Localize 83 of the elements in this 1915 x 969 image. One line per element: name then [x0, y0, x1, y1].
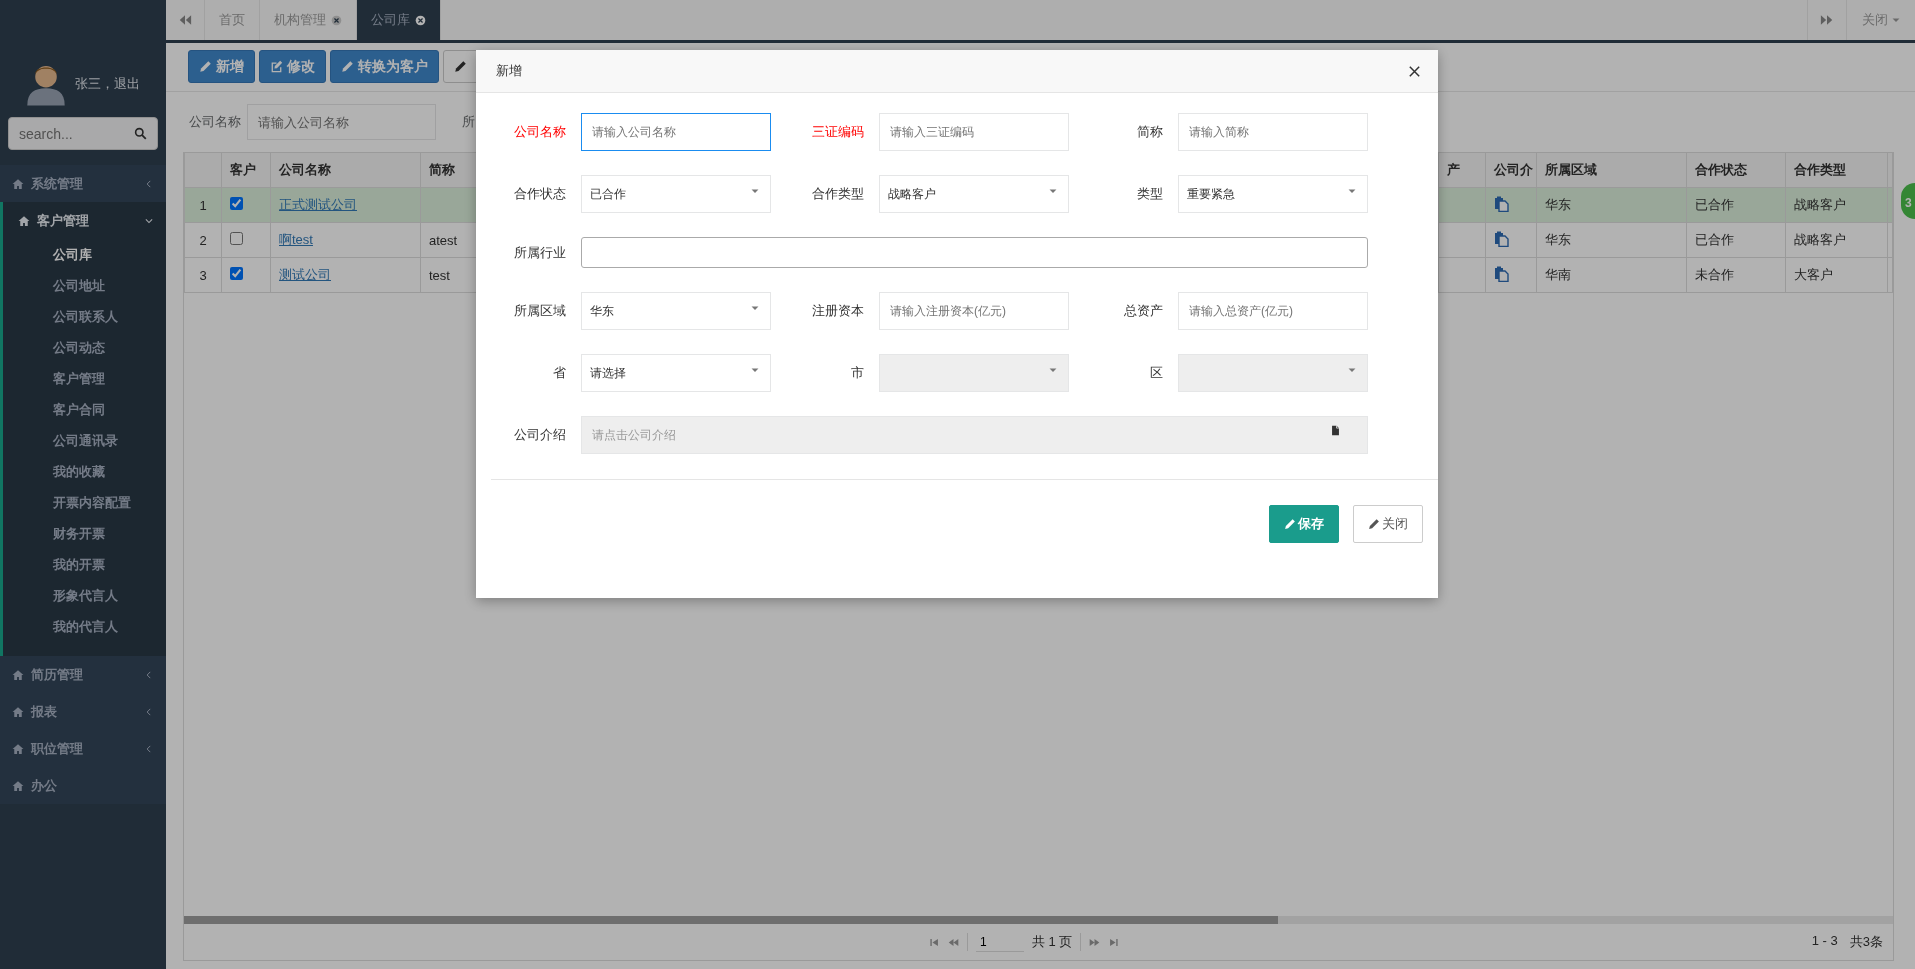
submenu-item[interactable]: 公司通讯录 [3, 425, 166, 456]
table-cell: 已合作 [1695, 197, 1734, 212]
company-link[interactable]: 测试公司 [279, 267, 331, 282]
company-link[interactable]: 啊test [279, 232, 313, 247]
column-header: 简称 [429, 162, 455, 177]
field-label: 所属行业 [513, 243, 567, 262]
table-cell: atest [429, 232, 458, 248]
dropdown[interactable]: 华东 [581, 292, 771, 330]
field-label: 简称 [1136, 123, 1164, 141]
submenu-item[interactable]: 我的收藏 [3, 456, 166, 487]
field-label: 市 [850, 364, 865, 382]
table-cell: 战略客户 [1794, 197, 1846, 212]
submenu-item[interactable]: 公司联系人 [3, 301, 166, 332]
toolbar-button[interactable]: 转换为客户 [330, 50, 439, 83]
search-field[interactable]: 请输入公司名称 [247, 104, 436, 140]
submenu-item[interactable]: 开票内容配置 [3, 487, 166, 518]
table-cell: test [429, 267, 450, 283]
row-number: 3 [199, 267, 207, 283]
field-label: 区 [1149, 364, 1164, 382]
field-label: 省 [552, 364, 567, 382]
close-button[interactable]: 关闭 [1353, 505, 1423, 543]
row-number: 2 [199, 232, 207, 248]
table-cell: 大客户 [1794, 267, 1833, 282]
tab[interactable]: 公司库 [357, 0, 441, 40]
dropdown[interactable]: 已合作 [581, 175, 771, 213]
record-total: 共3条 [1849, 933, 1883, 951]
field-label: 三证编码 [811, 123, 865, 141]
column-header: 合作类型 [1794, 162, 1846, 177]
record-range: 1 - 3 [1811, 933, 1838, 950]
column-header: 公司介 [1494, 162, 1533, 177]
dropdown[interactable]: 请选择 [581, 354, 771, 392]
column-header: 产 [1447, 162, 1460, 177]
menu-item[interactable]: 职位管理 [0, 730, 166, 767]
table-cell: 战略客户 [1794, 232, 1846, 247]
dropdown[interactable]: 战略客户 [879, 175, 1069, 213]
submenu-item[interactable]: 我的开票 [3, 549, 166, 580]
filter-label: 所 [462, 113, 475, 131]
menu-item[interactable]: 简历管理 [0, 656, 166, 693]
submenu-item[interactable]: 我的代言人 [3, 611, 166, 642]
toolbar-button[interactable]: 修改 [259, 50, 326, 83]
field-label: 公司介绍 [513, 426, 567, 444]
toolbar-button[interactable]: 新增 [188, 50, 255, 83]
column-header: 所属区域 [1545, 162, 1597, 177]
field-label: 合作类型 [811, 185, 865, 203]
submenu-item[interactable]: 公司动态 [3, 332, 166, 363]
menu-item[interactable]: 报表 [0, 693, 166, 730]
field-label: 总资产 [1123, 302, 1164, 320]
page-field[interactable]: 1 [976, 932, 1024, 952]
column-header: 客户 [230, 162, 256, 177]
field-label: 公司名称 [513, 123, 567, 141]
table-cell: 未合作 [1695, 267, 1734, 282]
table-cell: 华东 [1545, 232, 1571, 247]
dialog-title: 新增 [496, 62, 523, 80]
submenu-item[interactable]: 客户合同 [3, 394, 166, 425]
menu-item[interactable]: 系统管理 [0, 165, 166, 202]
field-label: 所属区域 [513, 302, 567, 320]
table-cell: 已合作 [1695, 232, 1734, 247]
submenu-item[interactable]: 形象代言人 [3, 580, 166, 611]
input-field[interactable]: 请输入公司名称 [581, 113, 771, 151]
submenu-item[interactable]: 财务开票 [3, 518, 166, 549]
dropdown[interactable]: 重要紧急 [1178, 175, 1368, 213]
user-name[interactable]: 张三，退出 [75, 75, 140, 107]
save-button[interactable]: 保存 [1269, 505, 1339, 543]
field-label: 注册资本 [811, 302, 865, 320]
count-badge[interactable]: 3 [1899, 181, 1915, 221]
column-header: 合作状态 [1695, 162, 1747, 177]
row-number: 1 [199, 197, 207, 213]
submenu-item[interactable]: 公司库 [3, 239, 166, 270]
field-label: 类型 [1136, 185, 1164, 203]
submenu-item[interactable]: 公司地址 [3, 270, 166, 301]
submenu-item[interactable]: 客户管理 [3, 363, 166, 394]
menu-item[interactable]: 办公 [0, 767, 166, 804]
search-field[interactable]: search... [8, 117, 158, 150]
filter-label: 公司名称 [189, 113, 241, 131]
column-header: 公司名称 [279, 162, 331, 177]
table-cell: 华东 [1545, 197, 1571, 212]
page-count: 共 1 页 [1032, 933, 1073, 951]
field-label: 合作状态 [513, 185, 567, 203]
table-cell: 华南 [1545, 267, 1571, 282]
close-menu-button[interactable]: 关闭 [1846, 0, 1915, 40]
input-field[interactable]: 请点击公司介绍 [581, 416, 1368, 454]
tab[interactable]: 首页 [205, 0, 260, 40]
menu-item[interactable]: 客户管理 [3, 202, 166, 239]
